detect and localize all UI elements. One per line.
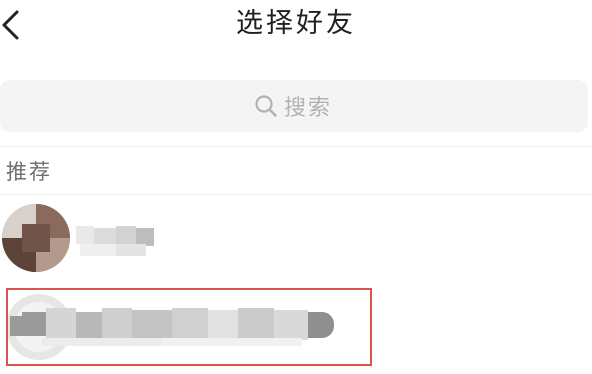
friend-name (76, 222, 166, 258)
divider (0, 146, 592, 147)
header: 选择好友 (0, 0, 592, 56)
search-placeholder: 搜索 (284, 96, 333, 121)
search-content: 搜索 (254, 90, 332, 122)
avatar (2, 204, 70, 272)
search-input[interactable]: 搜索 (0, 80, 588, 132)
section-label-recommended: 推荐 (6, 160, 52, 184)
selection-highlight (6, 288, 372, 366)
friend-list-item[interactable] (0, 288, 592, 368)
friend-list-item[interactable] (0, 200, 592, 276)
divider (0, 194, 592, 195)
search-icon (255, 95, 277, 117)
page-title: 选择好友 (236, 8, 356, 39)
